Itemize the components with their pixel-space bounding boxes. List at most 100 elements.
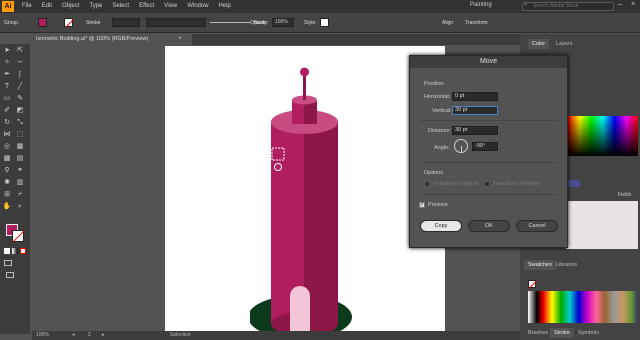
screen-mode-icon[interactable] bbox=[6, 272, 14, 278]
stroke-color-box[interactable] bbox=[12, 230, 25, 243]
opacity-label: Opacity: bbox=[250, 20, 269, 26]
menu-file[interactable]: File bbox=[17, 0, 37, 13]
color-spectrum[interactable] bbox=[568, 116, 638, 156]
vertical-input[interactable]: 30 pt bbox=[452, 106, 498, 115]
artboard-tool-icon[interactable]: ⊞ bbox=[2, 190, 12, 199]
menu-edit[interactable]: Edit bbox=[37, 0, 57, 13]
copy-button[interactable]: Copy bbox=[420, 220, 462, 232]
horizontal-input[interactable]: 0 pt bbox=[452, 92, 498, 101]
layers-panel-tab[interactable]: Layers bbox=[552, 39, 577, 49]
cancel-button[interactable]: Cancel bbox=[516, 220, 558, 232]
libraries-panel-tab[interactable]: Libraries bbox=[552, 260, 581, 270]
menu-select[interactable]: Select bbox=[107, 0, 134, 13]
preview-checkbox[interactable]: ✓ bbox=[419, 202, 425, 208]
type-tool-icon[interactable]: T bbox=[2, 82, 12, 91]
free-transform-icon[interactable]: ⬚ bbox=[15, 130, 25, 139]
isometric-tower-artwork[interactable] bbox=[250, 60, 360, 332]
angle-input[interactable]: -90° bbox=[472, 142, 498, 151]
status-text: Selection bbox=[170, 332, 191, 338]
control-bar: Group Stroke Basic Opacity: 100% Style: … bbox=[0, 13, 640, 33]
menu-object[interactable]: Object bbox=[57, 0, 84, 13]
document-tab[interactable]: Isometric Building.ai* @ 100% (RGB/Previ… bbox=[32, 34, 192, 45]
stock-search-input[interactable]: Search Adobe Stock bbox=[522, 2, 614, 11]
slice-tool-icon[interactable]: ⌿ bbox=[15, 190, 25, 199]
width-tool-icon[interactable]: ⋈ bbox=[2, 130, 12, 139]
mesh-tool-icon[interactable]: ▩ bbox=[2, 154, 12, 163]
color-mode-icon[interactable] bbox=[4, 248, 10, 254]
menu-type[interactable]: Type bbox=[84, 0, 107, 13]
line-tool-icon[interactable]: ╱ bbox=[15, 82, 25, 91]
divider bbox=[420, 194, 558, 195]
rotate-tool-icon[interactable]: ↻ bbox=[2, 118, 12, 127]
opacity-field[interactable]: 100% bbox=[272, 18, 294, 27]
angle-dial[interactable] bbox=[454, 139, 468, 153]
prev-artboard-icon[interactable]: ◂ bbox=[72, 331, 75, 340]
rectangle-tool-icon[interactable]: ▭ bbox=[2, 94, 12, 103]
stroke-weight-field[interactable] bbox=[112, 18, 140, 27]
menu-help[interactable]: Help bbox=[214, 0, 236, 13]
menu-view[interactable]: View bbox=[159, 0, 182, 13]
symbol-sprayer-icon[interactable]: ✺ bbox=[2, 178, 12, 187]
minimize-icon[interactable]: – bbox=[618, 1, 622, 8]
transform-objects-checkbox[interactable] bbox=[424, 181, 430, 187]
selection-tool-icon[interactable]: ➤ bbox=[2, 46, 12, 55]
blend-tool-icon[interactable]: ⚭ bbox=[15, 166, 25, 175]
divider bbox=[420, 120, 558, 121]
move-dialog: Move Position Horizontal: 0 pt Vertical:… bbox=[409, 55, 568, 248]
magic-wand-icon[interactable]: ✧ bbox=[2, 58, 12, 67]
tools-panel: ➤ ⇱ ✧ ∽ ✒ ∫ T ╱ ▭ ✎ ✐ ◩ ↻ ⤡ ⋈ ⬚ ◎ ▦ ▩ ▤ … bbox=[0, 44, 30, 334]
status-bar: 100% ◂ 2 ▸ Selection bbox=[32, 331, 524, 340]
swatch-grid-light[interactable] bbox=[566, 201, 638, 249]
align-label[interactable]: Align bbox=[442, 20, 453, 26]
draw-mode-icon[interactable] bbox=[4, 260, 12, 266]
close-icon[interactable]: × bbox=[631, 1, 635, 8]
menu-window[interactable]: Window bbox=[182, 0, 213, 13]
graph-tool-icon[interactable]: ▥ bbox=[15, 178, 25, 187]
color-indicator bbox=[568, 180, 580, 187]
close-tab-icon[interactable]: × bbox=[178, 36, 182, 42]
brushes-panel-tab[interactable]: Brushes bbox=[524, 328, 552, 338]
curvature-tool-icon[interactable]: ∫ bbox=[15, 70, 25, 79]
eraser-icon[interactable]: ◩ bbox=[15, 106, 25, 115]
color-panel-tab[interactable]: Color bbox=[528, 39, 550, 49]
paintbrush-icon[interactable]: ✎ bbox=[15, 94, 25, 103]
pen-tool-icon[interactable]: ✒ bbox=[2, 70, 12, 79]
options-section-label: Options bbox=[424, 170, 443, 176]
menu-effect[interactable]: Effect bbox=[134, 0, 159, 13]
gradient-tool-icon[interactable]: ▤ bbox=[15, 154, 25, 163]
transform-patterns-checkbox[interactable] bbox=[484, 181, 490, 187]
variable-width-profile[interactable] bbox=[146, 18, 206, 27]
direct-selection-tool-icon[interactable]: ⇱ bbox=[15, 46, 25, 55]
app-logo: Ai bbox=[2, 1, 14, 12]
transform-label[interactable]: Transform bbox=[465, 20, 488, 26]
zoom-tool-icon[interactable]: ⌕ bbox=[15, 202, 25, 211]
gradient-mode-icon[interactable] bbox=[12, 248, 18, 254]
fill-swatch[interactable] bbox=[38, 18, 47, 27]
workspace-switcher[interactable]: Painting bbox=[470, 2, 492, 8]
transform-objects-label: Transform Objects bbox=[433, 181, 479, 187]
stroke-swatch[interactable] bbox=[64, 18, 74, 28]
symbols-panel-tab[interactable]: Symbols bbox=[574, 328, 603, 338]
perspective-grid-icon[interactable]: ▦ bbox=[15, 142, 25, 151]
hand-tool-icon[interactable]: ✋ bbox=[2, 202, 12, 211]
scale-tool-icon[interactable]: ⤡ bbox=[15, 118, 25, 127]
zoom-level[interactable]: 100% bbox=[36, 331, 49, 340]
divider bbox=[420, 162, 558, 163]
eyedropper-icon[interactable]: ⚲ bbox=[2, 166, 12, 175]
lasso-icon[interactable]: ∽ bbox=[15, 58, 25, 67]
swatch-library[interactable] bbox=[528, 291, 638, 323]
artboard-number[interactable]: 2 bbox=[88, 331, 91, 340]
vertical-label: Vertical: bbox=[432, 108, 452, 114]
none-swatch[interactable] bbox=[528, 280, 537, 289]
ok-button[interactable]: OK bbox=[468, 220, 510, 232]
selection-type-label: Group bbox=[4, 20, 18, 26]
next-artboard-icon[interactable]: ▸ bbox=[102, 331, 105, 340]
shaper-tool-icon[interactable]: ✐ bbox=[2, 106, 12, 115]
distance-label: Distance: bbox=[428, 128, 451, 134]
distance-input[interactable]: 30 pt bbox=[452, 126, 498, 135]
shape-builder-icon[interactable]: ◎ bbox=[2, 142, 12, 151]
graphic-style-swatch[interactable] bbox=[320, 18, 329, 27]
stroke-panel-tab[interactable]: Stroke bbox=[550, 328, 574, 338]
none-mode-icon[interactable] bbox=[20, 248, 26, 254]
search-icon: ⌕ bbox=[524, 2, 528, 8]
